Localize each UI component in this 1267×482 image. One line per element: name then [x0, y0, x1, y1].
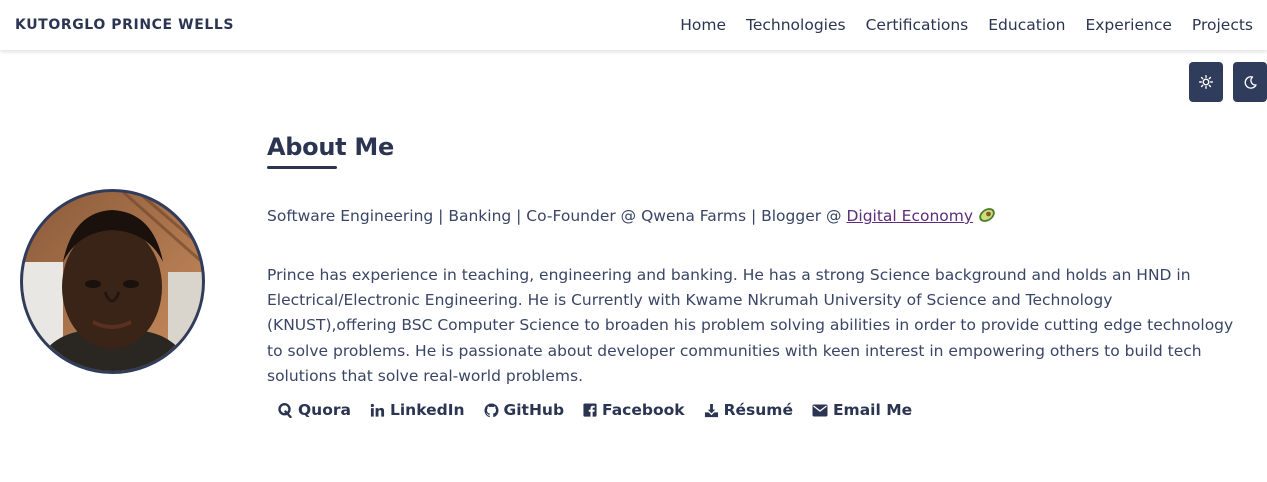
nav-experience[interactable]: Experience [1085, 16, 1171, 34]
tagline-text: Software Engineering | Banking | Co-Foun… [267, 207, 847, 225]
about-heading: About Me [267, 133, 394, 161]
profile-photo [20, 189, 205, 374]
top-navbar: KUTORGLO PRINCE WELLS Home Technologies … [0, 0, 1267, 50]
dark-theme-button[interactable] [1233, 62, 1267, 102]
github-icon [483, 402, 499, 417]
bio-paragraph: Prince has experience in teaching, engin… [267, 266, 1234, 385]
github-label: GitHub [503, 401, 565, 420]
resume-label: Résumé [723, 401, 793, 420]
nav-projects[interactable]: Projects [1192, 16, 1253, 34]
quora-icon [278, 403, 292, 419]
moon-icon [1244, 75, 1257, 89]
envelope-icon [812, 404, 828, 417]
quora-label: Quora [298, 401, 351, 420]
linkedin-link[interactable]: LinkedIn [370, 401, 465, 419]
light-theme-button[interactable] [1189, 62, 1223, 102]
linkedin-icon [370, 403, 385, 417]
email-label: Email Me [832, 401, 913, 420]
facebook-label: Facebook [602, 401, 685, 420]
nav-technologies[interactable]: Technologies [746, 16, 846, 34]
about-section: About Me Software Engineering | Banking … [267, 133, 1247, 419]
avocado-icon [977, 206, 997, 230]
github-link[interactable]: GitHub [483, 401, 565, 420]
nav-education[interactable]: Education [988, 16, 1065, 34]
social-links: Quora LinkedIn GitHub Facebook Résumé Em… [277, 401, 1247, 419]
quora-link[interactable]: Quora [277, 401, 351, 419]
tagline: Software Engineering | Banking | Co-Foun… [267, 205, 1247, 230]
download-icon [704, 403, 718, 417]
facebook-icon [583, 403, 597, 418]
nav-home[interactable]: Home [680, 16, 726, 34]
heading-underline [267, 166, 337, 169]
nav-certifications[interactable]: Certifications [866, 16, 969, 34]
digital-economy-link[interactable]: Digital Economy [846, 207, 973, 225]
main-nav: Home Technologies Certifications Educati… [680, 16, 1253, 34]
facebook-link[interactable]: Facebook [583, 401, 685, 419]
email-link[interactable]: Email Me [812, 401, 912, 419]
sun-icon [1199, 75, 1213, 89]
brand-name[interactable]: KUTORGLO PRINCE WELLS [15, 17, 234, 33]
linkedin-label: LinkedIn [389, 401, 465, 420]
resume-link[interactable]: Résumé [704, 401, 793, 419]
